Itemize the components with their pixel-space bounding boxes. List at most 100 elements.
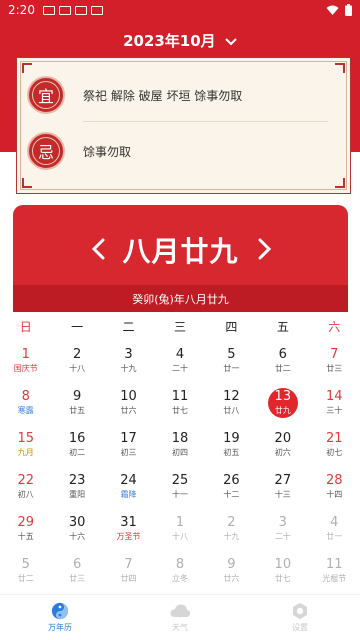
- day-number: 21: [325, 431, 343, 446]
- day-cell[interactable]: 17 初三: [103, 424, 154, 466]
- day-cell[interactable]: 6 廿二: [257, 340, 308, 382]
- day-cell[interactable]: 4 廿一: [309, 508, 360, 550]
- day-number: 26: [223, 473, 240, 488]
- lunar-day: 十八: [171, 532, 188, 541]
- day-cell[interactable]: 12 廿八: [206, 382, 257, 424]
- day-cell[interactable]: 16 初二: [51, 424, 102, 466]
- day-cell[interactable]: 20 初六: [257, 424, 308, 466]
- day-cell[interactable]: 25 十一: [154, 466, 205, 508]
- day-number: 7: [124, 557, 133, 572]
- day-number: 25: [171, 473, 189, 488]
- lunar-day: 十八: [69, 364, 86, 373]
- day-number: 5: [227, 347, 236, 362]
- day-cell[interactable]: 11 廿七: [154, 382, 205, 424]
- lunar-day: 初六: [274, 448, 291, 457]
- yi-row: 宜 祭祀 解除 破屋 坏垣 馀事勿取: [27, 70, 342, 120]
- day-cell[interactable]: 26 十二: [206, 466, 257, 508]
- day-number: 31: [120, 515, 137, 530]
- day-number: 12: [223, 389, 240, 404]
- lunar-day: 廿二: [17, 574, 34, 583]
- day-cell[interactable]: 18 初四: [154, 424, 205, 466]
- divider: [83, 121, 328, 122]
- lunar-day: 初五: [223, 448, 240, 457]
- ji-row: 忌 馀事勿取: [27, 126, 342, 176]
- battery-icon: [345, 4, 352, 16]
- day-cell[interactable]: 22 初八: [0, 466, 51, 508]
- day-cell[interactable]: 28 十四: [309, 466, 360, 508]
- day-cell[interactable]: 24 霜降: [103, 466, 154, 508]
- day-number: 20: [274, 431, 292, 446]
- day-cell[interactable]: 9 廿六: [206, 550, 257, 592]
- week-row: 15 九月 16 初二 17 初三 18 初四 19 初五 20 初六 21 初七: [0, 424, 360, 466]
- day-cell[interactable]: 3 十九: [103, 340, 154, 382]
- day-cell[interactable]: 6 廿三: [51, 550, 102, 592]
- day-number: 1: [175, 515, 185, 530]
- day-cell[interactable]: 30 十六: [51, 508, 102, 550]
- lunar-day: 十四: [326, 490, 343, 499]
- lunar-day: 九月: [17, 448, 34, 457]
- day-cell[interactable]: 2 十九: [206, 508, 257, 550]
- day-cell[interactable]: 8 立冬: [154, 550, 205, 592]
- day-cell[interactable]: 1 国庆节: [0, 340, 51, 382]
- week-row: 1 国庆节 2 十八 3 十九 4 二十 5 廿一 6 廿二 7 廿三: [0, 340, 360, 382]
- nav-label-calendar: 万年历: [48, 623, 72, 632]
- day-cell[interactable]: 11 光棍节: [309, 550, 360, 592]
- lunar-day: 初八: [17, 490, 34, 499]
- day-cell[interactable]: 21 初七: [309, 424, 360, 466]
- nav-item-calendar[interactable]: 万年历: [0, 595, 120, 640]
- lunar-day: 光棍节: [322, 574, 347, 583]
- day-cell[interactable]: 27 十三: [257, 466, 308, 508]
- day-cell[interactable]: 31 万圣节: [103, 508, 154, 550]
- weekday-label: 五: [276, 319, 289, 334]
- day-number: 3: [278, 515, 287, 530]
- day-cell[interactable]: 5 廿一: [206, 340, 257, 382]
- day-number: 28: [325, 473, 343, 488]
- day-number: 16: [68, 431, 86, 446]
- day-cell[interactable]: 14 三十: [309, 382, 360, 424]
- day-cell[interactable]: 23 重阳: [51, 466, 102, 508]
- day-cell[interactable]: 15 九月: [0, 424, 51, 466]
- lunar-day: 二十: [274, 532, 291, 541]
- day-cell[interactable]: 10 廿六: [103, 382, 154, 424]
- weekday-label: 一: [71, 319, 84, 334]
- lunar-day: 万圣节: [116, 532, 141, 541]
- lunar-date-panel: 八月廿九 癸卯(兔)年八月廿九: [13, 205, 348, 313]
- nav-item-settings[interactable]: 设置: [240, 595, 360, 640]
- nav-item-weather[interactable]: 天气: [120, 595, 240, 640]
- day-cell[interactable]: 2 十八: [51, 340, 102, 382]
- weekday-label: 四: [225, 319, 238, 334]
- month-selector[interactable]: 2023年10月: [0, 30, 360, 51]
- day-cell[interactable]: 7 廿三: [309, 340, 360, 382]
- nav-label-weather: 天气: [172, 623, 188, 632]
- day-cell[interactable]: 4 二十: [154, 340, 205, 382]
- day-cell-selected[interactable]: 13 廿九: [257, 382, 308, 424]
- day-number: 2: [72, 347, 82, 362]
- chevron-down-icon: [225, 37, 237, 45]
- next-day-button[interactable]: [254, 237, 274, 261]
- day-cell[interactable]: 29 十五: [0, 508, 51, 550]
- day-cell[interactable]: 9 廿五: [51, 382, 102, 424]
- day-cell[interactable]: 1 十八: [154, 508, 205, 550]
- lunar-day: 初七: [326, 448, 343, 457]
- weekday-label: 日: [19, 319, 32, 334]
- day-cell[interactable]: 5 廿二: [0, 550, 51, 592]
- day-number: 8: [175, 557, 185, 572]
- day-cell[interactable]: 10 廿七: [257, 550, 308, 592]
- day-number: 5: [21, 557, 30, 572]
- day-number: 29: [17, 515, 34, 530]
- day-number: 8: [21, 389, 30, 404]
- lunar-day: 廿三: [69, 574, 86, 583]
- lunar-day: 立冬: [171, 574, 188, 583]
- lunar-day: 十九: [223, 532, 240, 541]
- month-title: 2023年10月: [123, 32, 216, 50]
- lunar-day: 十三: [274, 490, 291, 499]
- day-cell[interactable]: 7 廿四: [103, 550, 154, 592]
- day-cell[interactable]: 3 二十: [257, 508, 308, 550]
- lunar-day: 廿七: [171, 406, 188, 415]
- status-time: 2:20: [8, 3, 35, 17]
- day-cell[interactable]: 8 寒露: [0, 382, 51, 424]
- day-number: 13: [274, 389, 292, 404]
- lunar-day: 寒露: [17, 406, 34, 415]
- day-cell[interactable]: 19 初五: [206, 424, 257, 466]
- day-number: 19: [223, 431, 240, 446]
